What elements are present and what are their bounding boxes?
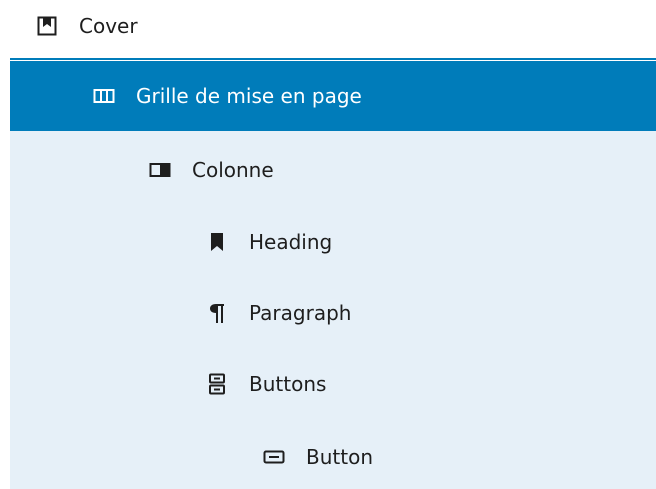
button-icon: [262, 445, 286, 469]
list-item-column[interactable]: Colonne: [10, 135, 656, 205]
list-item-label: Cover: [79, 14, 138, 38]
block-list-view: Cover Grille de mise en page Colonne Hea…: [0, 0, 656, 489]
heading-bookmark-icon: [205, 230, 229, 254]
list-item-heading[interactable]: Heading: [10, 207, 656, 277]
list-item-label: Grille de mise en page: [136, 84, 362, 108]
paragraph-icon: [205, 301, 229, 325]
buttons-icon: [205, 372, 229, 396]
list-item-label: Button: [306, 445, 373, 469]
list-item-label: Buttons: [249, 372, 327, 396]
list-item-label: Paragraph: [249, 301, 352, 325]
list-item-label: Heading: [249, 230, 333, 254]
list-item-paragraph[interactable]: Paragraph: [10, 278, 656, 348]
cover-icon: [35, 14, 59, 38]
list-item-buttons[interactable]: Buttons: [10, 349, 656, 419]
columns-icon: [92, 84, 116, 108]
list-item-grid[interactable]: Grille de mise en page: [10, 61, 656, 131]
list-item-label: Colonne: [192, 158, 274, 182]
list-item-cover[interactable]: Cover: [10, 0, 656, 52]
column-icon: [148, 158, 172, 182]
selection-border: [10, 58, 656, 60]
list-item-button[interactable]: Button: [10, 422, 656, 489]
